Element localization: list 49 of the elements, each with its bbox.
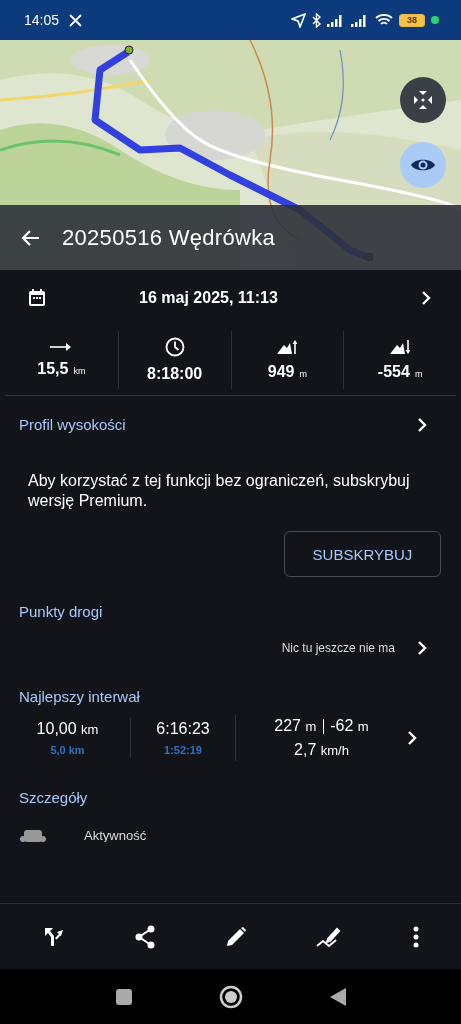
signal-icon [351, 13, 369, 27]
premium-message: Aby korzystać z tej funkcji bez ograniczeń, subskrybuj wersję Premium. [28, 471, 411, 511]
location-arrow-icon [291, 12, 306, 28]
clock-icon [164, 337, 185, 357]
interval-step: 5,0 km [50, 744, 85, 756]
chevron-right-icon [421, 289, 431, 306]
ascent-icon [277, 339, 298, 355]
back-button[interactable] [20, 228, 40, 247]
interval-split: 1:52:19 [164, 744, 202, 756]
detail-label: Aktywność [84, 828, 147, 842]
section-title: Najlepszy interwał [18, 688, 141, 705]
interval-duration: 6:16:23 [156, 720, 210, 738]
calendar-icon [28, 288, 46, 307]
chevron-right-icon [417, 416, 427, 433]
interval-distance: 10,00 km [36, 720, 99, 738]
interval-speed: 2,7 km/h [294, 741, 349, 759]
back-triangle-icon [328, 986, 347, 1007]
signal-icon [327, 13, 345, 27]
armchair-icon [20, 828, 46, 842]
dot-icon [431, 16, 439, 24]
descent-icon [390, 339, 411, 355]
interval-elevation: 227 m -62 m [274, 717, 369, 735]
stat-value: 949 m [267, 363, 307, 381]
home-circle-icon [218, 984, 243, 1009]
section-title: Punkty drogi [18, 603, 104, 620]
stat-value: -554 m [377, 363, 423, 381]
fit-view-icon [412, 89, 434, 111]
section-title: Profil wysokości [18, 416, 127, 433]
bluetooth-icon [312, 12, 321, 28]
back-arrow-icon [20, 228, 40, 247]
empty-message: Nic tu jeszcze nie ma [281, 641, 395, 655]
more-icon [412, 925, 419, 948]
fork-arrow-icon [42, 925, 65, 948]
square-icon [114, 987, 133, 1006]
chevron-right-icon [407, 730, 417, 746]
x-icon [69, 13, 83, 27]
stat-value: 15,5 km [37, 360, 86, 378]
arrow-right-icon [50, 342, 73, 352]
clock-time: 14:05 [24, 12, 60, 28]
date-time: 16 maj 2025, 11:13 [138, 288, 279, 307]
section-title: Szczegóły [18, 789, 89, 806]
chevron-right-icon [417, 640, 427, 656]
stat-value: 8:18:00 [147, 365, 203, 383]
wifi-icon [375, 13, 393, 27]
screen-title: 20250516 Wędrówka [62, 224, 275, 251]
subscribe-button[interactable]: SUBSKRYBUJ [284, 531, 441, 577]
pencil-icon [224, 925, 247, 948]
battery-level: 38 [399, 13, 425, 27]
share-icon [133, 924, 156, 949]
